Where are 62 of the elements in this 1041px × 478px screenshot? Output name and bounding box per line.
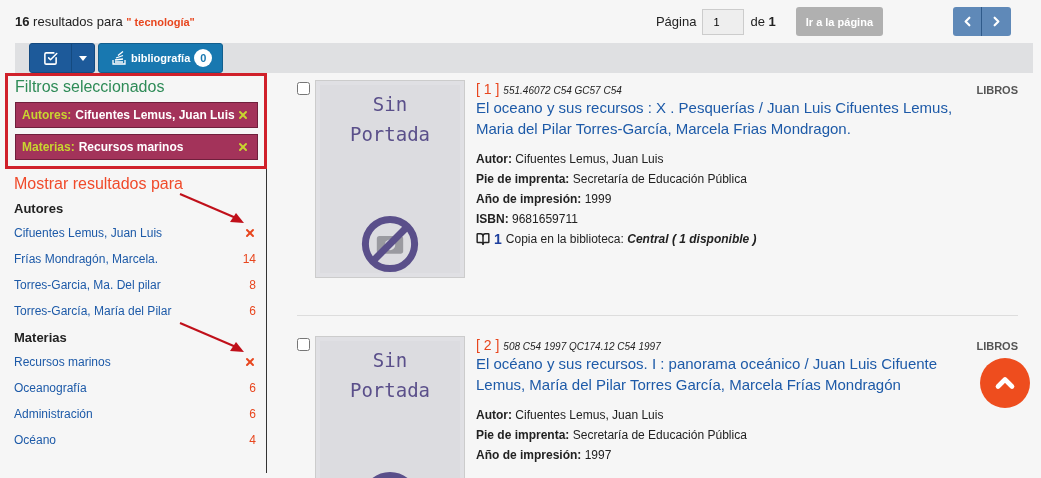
book-icon (476, 232, 490, 246)
page-input[interactable]: 1 (702, 8, 745, 35)
facet-count: 6 (249, 407, 256, 421)
call-number: 508 C54 1997 QC174.12 C54 1997 (503, 341, 661, 352)
copy-info: Copia en la biblioteca: Central ( 1 disponible ) (505, 231, 757, 248)
results-summary: 16 resultados para " tecnología" (15, 14, 195, 29)
close-icon[interactable] (237, 109, 249, 121)
title-link[interactable]: Lemus, María del Pilar Torres García, Marcela Frías Mondragón (476, 374, 901, 395)
close-icon[interactable] (237, 141, 249, 153)
material-type: LIBROS (976, 84, 1018, 96)
record-field: Pie de imprenta: Secretaría de Educación Pública (476, 425, 1018, 445)
caret-icon (79, 55, 87, 61)
facet-link[interactable]: Torres-Garcia, Ma. Del pilar (14, 278, 161, 292)
cover-text: Portada (349, 122, 431, 147)
back-to-top-button[interactable] (980, 358, 1030, 408)
facet-count: 6 (249, 381, 256, 395)
facet-count: 14 (242, 252, 256, 266)
copy-count: 1 (494, 230, 502, 249)
title-link[interactable]: El oceano y sus recursos : X . Pesquerías / Juan Luis Cifuentes Lemus, (476, 97, 953, 118)
cover-text: Sin (372, 348, 408, 373)
cover-text: Sin (372, 92, 408, 117)
facet-link[interactable]: Recursos marinos (14, 355, 111, 369)
record-field: Autor: Cifuentes Lemus, Juan Luis (476, 405, 1018, 425)
stack-icon (111, 50, 127, 66)
result-number: [ 1 ] (476, 81, 500, 97)
remove-icon[interactable] (244, 227, 256, 239)
title-link[interactable]: El océano y sus recursos. I : panorama oceánico / Juan Luis Cifuente (476, 353, 938, 374)
record-field: Año de impresión: 1997 (476, 445, 1018, 465)
facet-group-heading: Autores (14, 201, 65, 216)
facets-heading: Mostrar resultados para (14, 175, 184, 193)
facet-link[interactable]: Océano (14, 433, 57, 447)
facet-link[interactable]: Cifuentes Lemus, Juan Luis (14, 226, 163, 240)
next-page-button[interactable] (982, 7, 1011, 36)
title-link[interactable]: Maria del Pilar Torres-García, Marcela Frias Mondragon. (476, 118, 851, 139)
select-checkbox[interactable] (297, 82, 310, 95)
facet-count: 8 (249, 278, 256, 292)
facet-group-heading: Materias (14, 330, 68, 345)
page-total: de 1 (750, 14, 776, 29)
filter-chip[interactable]: Autores: Cifuentes Lemus, Juan Luis (15, 102, 258, 128)
filters-heading: Filtros seleccionados (15, 78, 166, 96)
remove-icon[interactable] (244, 356, 256, 368)
material-type: LIBROS (976, 340, 1018, 352)
record-field: ISBN: 9681659711 (476, 209, 1018, 229)
facet-link[interactable]: Oceanografía (14, 381, 87, 395)
result-number: [ 2 ] (476, 337, 500, 353)
count-badge: 0 (194, 49, 213, 67)
record-field: Pie de imprenta: Secretaría de Educación Pública (476, 169, 1018, 189)
record-field: Año de impresión: 1999 (476, 189, 1018, 209)
facet-link[interactable]: Frías Mondragón, Marcela. (14, 252, 159, 266)
previous-page-button[interactable] (953, 7, 982, 36)
select-checkbox[interactable] (297, 338, 310, 351)
facet-count: 6 (249, 304, 256, 318)
cover-text: Portada (349, 378, 431, 403)
page-label: Página (655, 14, 697, 29)
facet-link[interactable]: Administración (14, 407, 93, 421)
bibliography-button[interactable]: bibliografía 0 (98, 43, 224, 73)
facet-link[interactable]: Torres-García, María del Pilar (14, 304, 172, 318)
call-number: 551.46072 C54 GC57 C54 (503, 85, 622, 96)
filter-chip[interactable]: Materias: Recursos marinos (15, 134, 258, 160)
record-field: Autor: Cifuentes Lemus, Juan Luis (476, 149, 1018, 169)
facet-count: 4 (249, 433, 256, 447)
checkbox-icon (43, 50, 58, 66)
